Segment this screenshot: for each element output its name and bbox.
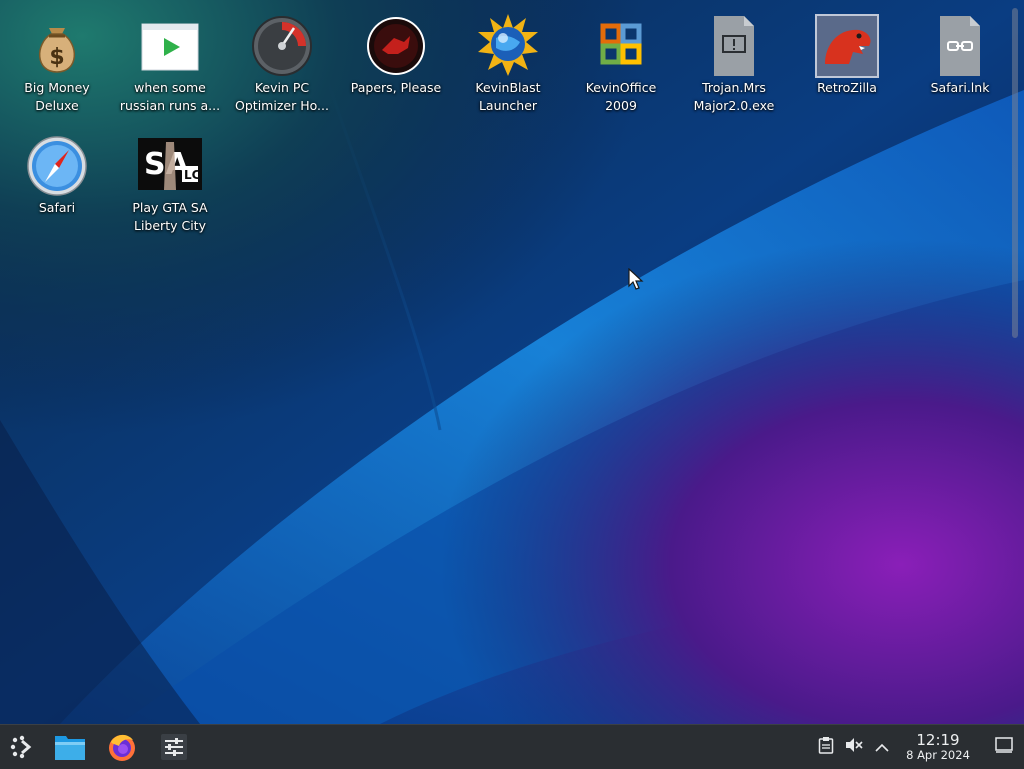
money-bag-icon: $ xyxy=(25,14,89,78)
desktop-icon-papers-please[interactable]: Papers, Please xyxy=(340,8,452,120)
speedometer-icon xyxy=(250,14,314,78)
firefox-icon xyxy=(107,732,137,762)
desktop-scrollbar[interactable] xyxy=(1012,8,1018,338)
sliders-icon xyxy=(160,733,188,761)
chevron-up-icon xyxy=(875,738,889,757)
desktop-icon-trojan-exe[interactable]: Trojan.Mrs Major2.0.exe xyxy=(678,8,790,120)
link-file-icon xyxy=(928,14,992,78)
show-desktop-button[interactable] xyxy=(984,725,1024,769)
desktop-icon-big-money-deluxe[interactable]: $ Big Money Deluxe xyxy=(1,8,113,120)
desktop-icon-safari-lnk[interactable]: Safari.lnk xyxy=(904,8,1016,120)
svg-text:$: $ xyxy=(49,45,64,70)
clock-time: 12:19 xyxy=(916,731,960,749)
volume-button[interactable] xyxy=(840,725,868,769)
system-tray: 12:19 8 Apr 2024 xyxy=(812,725,1024,769)
file-manager-button[interactable] xyxy=(48,725,92,769)
executable-file-icon xyxy=(702,14,766,78)
desktop-icon-label: Kevin PC Optimizer Ho... xyxy=(235,80,329,113)
desktop-icon-retrozilla[interactable]: RetroZilla xyxy=(791,8,903,120)
tray-expand-button[interactable] xyxy=(868,725,896,769)
desktop-icon-play-gta-sa[interactable]: SA LC Play GTA SA Liberty City xyxy=(114,128,226,240)
desktop-icon-label: Safari.lnk xyxy=(930,80,990,95)
desktop-icon-kevin-pc-optimizer[interactable]: Kevin PC Optimizer Ho... xyxy=(226,8,338,120)
dinosaur-icon xyxy=(815,14,879,78)
desktop-icon-label: RetroZilla xyxy=(817,80,877,95)
desktop-icon-safari[interactable]: Safari xyxy=(1,128,113,240)
sa-lc-logo-icon: SA LC xyxy=(138,134,202,198)
desktop-icon-kevinoffice-2009[interactable]: KevinOffice 2009 xyxy=(565,8,677,120)
kde-launcher-icon xyxy=(9,734,35,760)
show-desktop-icon xyxy=(995,737,1013,757)
firefox-button[interactable] xyxy=(100,725,144,769)
video-window-icon xyxy=(138,14,202,78)
mouse-cursor-icon xyxy=(628,267,644,292)
desktop-icon-video[interactable]: when some russian runs a... xyxy=(114,8,226,120)
compass-icon xyxy=(25,134,89,198)
desktop-icon-label: Papers, Please xyxy=(350,80,442,95)
system-settings-button[interactable] xyxy=(152,725,196,769)
folder-icon xyxy=(54,733,86,761)
clock-date: 8 Apr 2024 xyxy=(906,748,970,762)
desktop-icon-label: KevinBlast Launcher xyxy=(475,80,541,113)
desktop-icon-kevinblast-launcher[interactable]: KevinBlast Launcher xyxy=(452,8,564,120)
desktop-icon-label: Safari xyxy=(38,200,76,215)
office-knot-icon xyxy=(589,14,653,78)
desktop-icon-label: Play GTA SA Liberty City xyxy=(132,200,208,233)
digital-clock[interactable]: 12:19 8 Apr 2024 xyxy=(900,732,976,762)
desktop-icon-label: Big Money Deluxe xyxy=(24,80,90,113)
clipboard-icon xyxy=(818,736,834,758)
desktop-icon-label: KevinOffice 2009 xyxy=(585,80,657,113)
application-launcher-button[interactable] xyxy=(0,725,44,769)
red-seal-icon xyxy=(364,14,428,78)
clipboard-button[interactable] xyxy=(812,725,840,769)
desktop-icon-label: when some russian runs a... xyxy=(119,80,221,113)
sun-globe-icon xyxy=(476,14,540,78)
svg-text:LC: LC xyxy=(184,168,201,182)
volume-muted-icon xyxy=(845,737,863,757)
desktop-icon-label: Trojan.Mrs Major2.0.exe xyxy=(693,80,775,113)
taskbar: 12:19 8 Apr 2024 xyxy=(0,724,1024,769)
